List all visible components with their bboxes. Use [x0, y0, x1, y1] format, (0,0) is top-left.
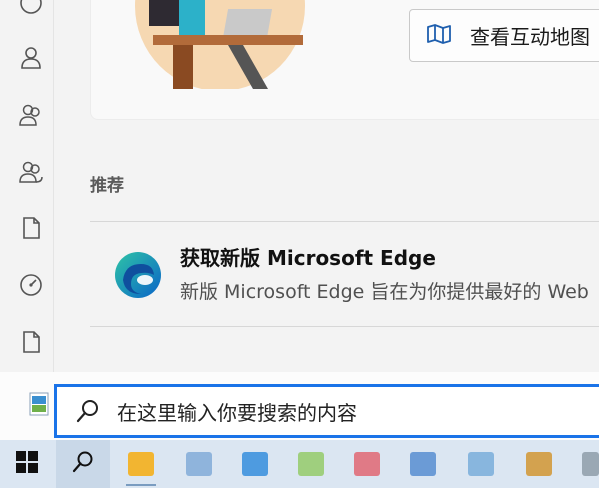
- hero-card: 查看互动地图: [90, 0, 599, 120]
- view-interactive-map-button[interactable]: 查看互动地图: [409, 9, 599, 62]
- taskbar: [0, 440, 599, 488]
- edge-icon: [113, 250, 163, 300]
- windows-icon: [16, 451, 38, 477]
- divider: [90, 326, 599, 327]
- document-icon[interactable]: [16, 213, 46, 243]
- app-icon[interactable]: [186, 452, 212, 476]
- search-row: 在这里输入你要搜索的内容: [0, 372, 599, 440]
- app-icon[interactable]: [582, 452, 599, 476]
- circle-icon[interactable]: [16, 0, 46, 18]
- person-icon[interactable]: [16, 42, 46, 72]
- app-icon[interactable]: [410, 452, 436, 476]
- taskbar-search-button[interactable]: [56, 440, 110, 488]
- app-icon[interactable]: [354, 452, 380, 476]
- search-placeholder: 在这里输入你要搜索的内容: [117, 400, 357, 425]
- search-icon: [75, 398, 101, 424]
- map-icon: [426, 23, 452, 49]
- map-button-label: 查看互动地图: [470, 25, 590, 49]
- search-window: 查看互动地图 推荐 获取新版 Microsoft Edge 新版 Microso…: [0, 0, 599, 440]
- app-icon[interactable]: [298, 452, 324, 476]
- image-file-icon: [28, 392, 50, 416]
- gauge-icon[interactable]: [16, 270, 46, 300]
- search-icon: [71, 450, 95, 478]
- app-icon[interactable]: [526, 452, 552, 476]
- search-input[interactable]: 在这里输入你要搜索的内容: [54, 384, 599, 438]
- app-icon[interactable]: [468, 452, 494, 476]
- active-indicator: [126, 484, 156, 486]
- recommendation-description: 新版 Microsoft Edge 旨在为你提供最好的 Web: [180, 281, 589, 303]
- main-panel: 查看互动地图 推荐 获取新版 Microsoft Edge 新版 Microso…: [55, 0, 599, 372]
- section-title: 推荐: [90, 176, 124, 196]
- start-button[interactable]: [0, 440, 54, 488]
- file-explorer-icon[interactable]: [128, 452, 154, 476]
- recommendation-title: 获取新版 Microsoft Edge: [180, 246, 436, 270]
- people-group-icon[interactable]: [16, 156, 46, 186]
- app-icon[interactable]: [242, 452, 268, 476]
- document-icon[interactable]: [16, 327, 46, 357]
- hero-illustration: [133, 0, 308, 91]
- people-icon[interactable]: [16, 99, 46, 129]
- recommendation-item[interactable]: 获取新版 Microsoft Edge 新版 Microsoft Edge 旨在…: [90, 222, 599, 327]
- left-nav-rail: [0, 0, 54, 372]
